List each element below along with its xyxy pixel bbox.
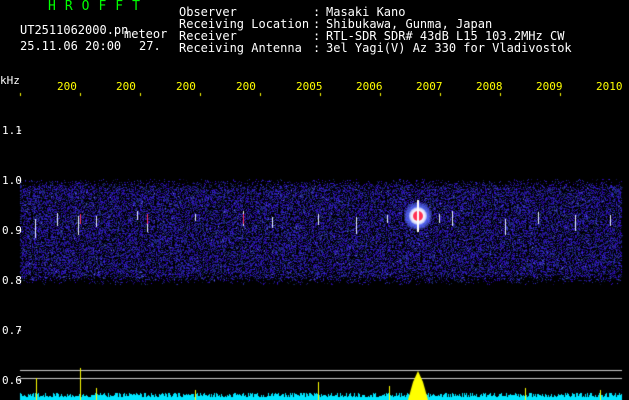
x-tick: 2006 bbox=[356, 80, 383, 93]
label-antenna: Receiving Antenna bbox=[179, 41, 302, 55]
x-tick: 200 bbox=[116, 80, 136, 93]
y-tick: 0.6 bbox=[2, 374, 22, 387]
filename: UT2511062000.pn bbox=[20, 23, 129, 37]
x-tick: 200 bbox=[57, 80, 77, 93]
y-axis-unit: kHz bbox=[0, 74, 20, 87]
spectrogram-display bbox=[0, 0, 629, 400]
x-tick: 2009 bbox=[536, 80, 563, 93]
x-tick: 2005 bbox=[296, 80, 323, 93]
x-tick: 2010 bbox=[596, 80, 623, 93]
brand-title: HROFFT bbox=[48, 0, 149, 14]
x-tick: 200 bbox=[176, 80, 196, 93]
y-tick: 1.1 bbox=[2, 124, 22, 137]
x-tick: 200 bbox=[236, 80, 256, 93]
y-tick: 0.7 bbox=[2, 324, 22, 337]
x-tick: 2007 bbox=[416, 80, 443, 93]
y-tick: 1.0 bbox=[2, 174, 22, 187]
meteor-count: 27. bbox=[139, 39, 161, 53]
colon: : bbox=[313, 41, 321, 55]
y-tick: 0.8 bbox=[2, 274, 22, 287]
x-tick: 2008 bbox=[476, 80, 503, 93]
datetime: 25.11.06 20:00 bbox=[20, 39, 122, 53]
value-antenna: 3el Yagi(V) Az 330 for Vladivostok bbox=[326, 41, 572, 55]
y-tick: 0.9 bbox=[2, 224, 22, 237]
